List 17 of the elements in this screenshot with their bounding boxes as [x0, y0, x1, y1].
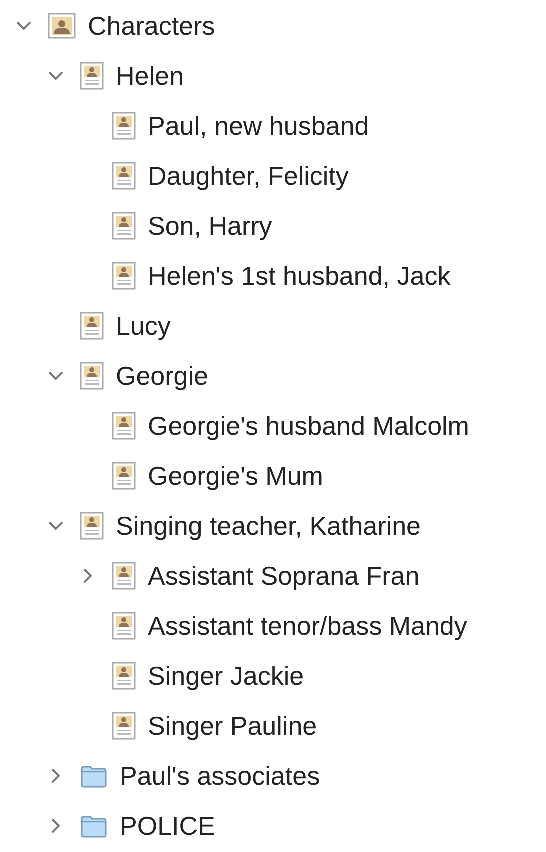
tree-item[interactable]: Paul's associates: [120, 760, 320, 792]
tree-item[interactable]: Georgie: [116, 360, 208, 392]
tree-item[interactable]: Paul, new husband: [148, 110, 370, 142]
tree-item[interactable]: Assistant tenor/bass Mandy: [148, 610, 468, 642]
tree-item[interactable]: Singer Pauline: [148, 710, 318, 742]
tree-item[interactable]: Singer Jackie: [148, 660, 304, 692]
tree-item[interactable]: Son, Harry: [148, 210, 272, 242]
tree-item[interactable]: Daughter, Felicity: [148, 160, 349, 192]
tree-item[interactable]: Helen's 1st husband, Jack: [148, 260, 451, 292]
tree-item[interactable]: Singing teacher, Katharine: [116, 510, 421, 542]
tree-item[interactable]: POLICE: [120, 810, 216, 842]
tree-item[interactable]: Lucy: [116, 310, 171, 342]
tree-item[interactable]: Georgie's husband Malcolm: [148, 410, 470, 442]
tree-item[interactable]: Characters: [88, 10, 216, 42]
tree-item[interactable]: Helen: [116, 60, 184, 92]
tree-item[interactable]: Assistant Soprana Fran: [148, 560, 420, 592]
tree-item[interactable]: Georgie's Mum: [148, 460, 324, 492]
